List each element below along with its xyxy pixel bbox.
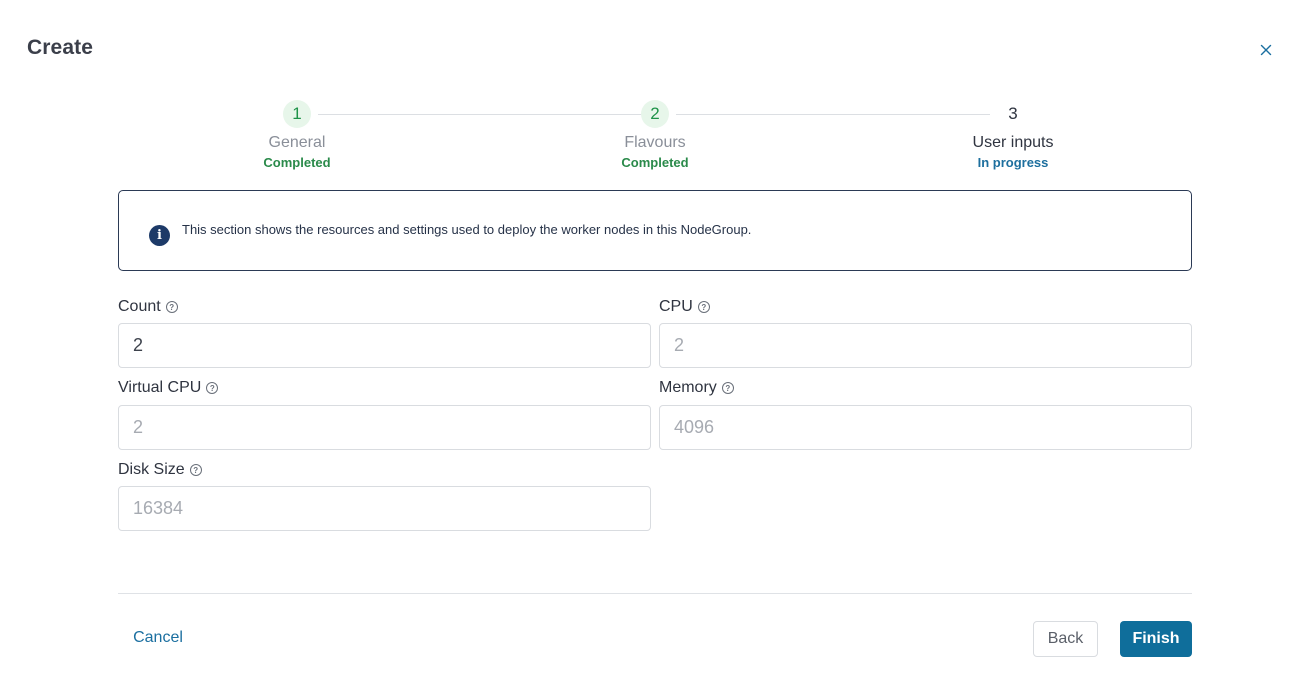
info-icon: i xyxy=(149,224,170,246)
count-input[interactable] xyxy=(118,323,651,368)
close-button[interactable] xyxy=(1254,38,1278,62)
cpu-label-text: CPU xyxy=(659,298,693,315)
disk-size-input xyxy=(118,486,651,531)
memory-input xyxy=(659,405,1192,450)
finish-button[interactable]: Finish xyxy=(1120,621,1192,657)
step-label: General xyxy=(268,134,326,151)
wizard-stepper: 1 General Completed 2 Flavours Completed… xyxy=(118,100,1192,180)
step-number: 2 xyxy=(641,100,669,128)
cpu-label: CPU ? xyxy=(659,298,710,316)
step-number: 3 xyxy=(1008,104,1018,123)
step-status: In progress xyxy=(977,155,1049,170)
help-icon[interactable]: ? xyxy=(206,382,219,394)
cancel-button[interactable]: Cancel xyxy=(118,620,198,656)
step-flavours: 2 Flavours Completed xyxy=(555,100,755,170)
virtual-cpu-input xyxy=(118,405,651,450)
step-status: Completed xyxy=(263,155,331,170)
dialog-title: Create xyxy=(27,36,93,59)
create-dialog: Create 1 General Completed 2 Flavours Co… xyxy=(0,0,1312,700)
info-text: This section shows the resources and set… xyxy=(182,222,752,237)
info-banner: i This section shows the resources and s… xyxy=(118,190,1192,271)
back-button[interactable]: Back xyxy=(1033,621,1098,657)
count-label-text: Count xyxy=(118,298,161,315)
help-icon[interactable]: ? xyxy=(721,382,734,394)
disk-size-label: Disk Size ? xyxy=(118,461,202,479)
help-icon[interactable]: ? xyxy=(189,464,202,476)
virtual-cpu-label-text: Virtual CPU xyxy=(118,379,202,396)
memory-label: Memory ? xyxy=(659,379,734,397)
step-label: Flavours xyxy=(624,134,686,151)
step-user-inputs: 3 User inputs In progress xyxy=(913,100,1113,170)
footer-divider xyxy=(118,593,1192,594)
step-status: Completed xyxy=(621,155,689,170)
step-number: 1 xyxy=(283,100,311,128)
close-icon xyxy=(1260,44,1272,56)
step-label: User inputs xyxy=(972,134,1054,151)
virtual-cpu-label: Virtual CPU ? xyxy=(118,379,219,397)
disk-size-label-text: Disk Size xyxy=(118,461,185,478)
count-label: Count ? xyxy=(118,298,178,316)
cpu-input xyxy=(659,323,1192,368)
help-icon[interactable]: ? xyxy=(697,301,710,313)
step-general: 1 General Completed xyxy=(197,100,397,170)
help-icon[interactable]: ? xyxy=(165,301,178,313)
memory-label-text: Memory xyxy=(659,379,717,396)
